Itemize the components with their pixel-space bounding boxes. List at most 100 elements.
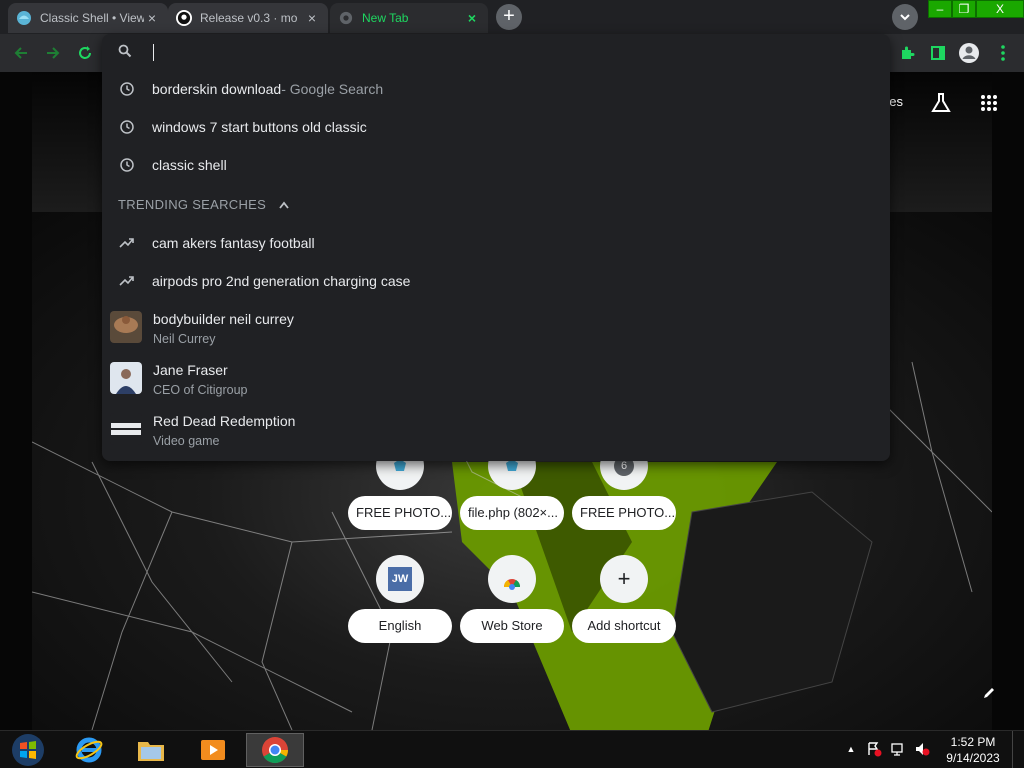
- customize-button[interactable]: [982, 686, 1000, 704]
- reload-button[interactable]: [72, 40, 98, 66]
- jw-icon: JW: [376, 555, 424, 603]
- suggestion-text: classic shell: [152, 157, 227, 173]
- tab-title: New Tab: [362, 11, 409, 25]
- suggestion-title: Red Dead Redemption: [153, 413, 296, 429]
- taskbar: ▲ 1:52 PM 9/14/2023: [0, 730, 1024, 768]
- tab-title: Classic Shell • View: [40, 11, 144, 25]
- system-clock[interactable]: 1:52 PM 9/14/2023: [940, 734, 1006, 766]
- forward-button[interactable]: [40, 40, 66, 66]
- trending-header[interactable]: TRENDING SEARCHES: [118, 197, 290, 212]
- trending-header-label: TRENDING SEARCHES: [118, 197, 267, 212]
- bodybuilder-thumbnail: [110, 311, 142, 343]
- close-button[interactable]: X: [976, 0, 1024, 18]
- puzzle-icon: [902, 46, 915, 59]
- shortcut-badge: +: [617, 566, 631, 591]
- shortcut-web-store[interactable]: Web Store: [460, 555, 564, 643]
- side-panel-icon: [931, 46, 945, 60]
- clock-time: 1:52 PM: [950, 735, 996, 749]
- github-favicon-icon: [176, 10, 192, 26]
- suggestion-trending[interactable]: cam akers fantasy football: [102, 224, 890, 262]
- shortcut-label: Web Store: [460, 609, 564, 643]
- suggestion-subtitle: Neil Currey: [153, 332, 216, 346]
- suggestion-title: Jane Fraser: [153, 362, 228, 378]
- suggestion-rich[interactable]: Red Dead Redemption Video game: [102, 405, 890, 456]
- back-arrow-icon: [14, 47, 27, 59]
- shortcut-label: English: [348, 609, 452, 643]
- suggestion-history[interactable]: borderskin download - Google Search: [102, 70, 890, 108]
- avatar-icon: [959, 43, 979, 63]
- suggestion-subtitle: CEO of Citigroup: [153, 383, 248, 397]
- suggestion-text: airpods pro 2nd generation charging case: [152, 273, 411, 289]
- labs-button[interactable]: [930, 92, 954, 116]
- apps-grid-icon: [981, 95, 997, 111]
- tab-close-icon[interactable]: ×: [144, 10, 160, 26]
- history-icon: [102, 82, 152, 96]
- tab-search-button[interactable]: [892, 4, 918, 30]
- apps-button[interactable]: [980, 94, 1000, 114]
- pencil-icon: [984, 688, 994, 698]
- chevron-down-icon: [900, 14, 910, 21]
- menu-button[interactable]: [992, 42, 1014, 64]
- window-controls: – ❐ X: [928, 0, 1024, 18]
- suggestion-text: cam akers fantasy football: [152, 235, 315, 251]
- add-shortcut-button[interactable]: + Add shortcut: [572, 555, 676, 643]
- trending-icon: [102, 275, 152, 287]
- tab-classic-shell[interactable]: Classic Shell • View ×: [8, 3, 168, 33]
- shortcut-label: FREE PHOTO...: [348, 496, 452, 530]
- internet-explorer-icon: [75, 737, 103, 763]
- side-panel-button[interactable]: [927, 42, 949, 64]
- tray-up-arrow-icon: ▲: [846, 744, 856, 754]
- reload-icon: [79, 46, 91, 59]
- tab-close-icon[interactable]: ×: [304, 10, 320, 26]
- extensions-button[interactable]: [896, 42, 918, 64]
- suggestion-history[interactable]: classic shell: [102, 146, 890, 184]
- shortcut-label: file.php (802×...: [460, 496, 564, 530]
- profile-button[interactable]: [958, 42, 980, 64]
- taskbar-ie[interactable]: [60, 733, 118, 767]
- suggestion-rich[interactable]: Jane Fraser CEO of Citigroup: [102, 354, 890, 405]
- trending-icon: [102, 237, 152, 249]
- chrome-icon: [262, 737, 289, 764]
- volume-muted-icon[interactable]: [914, 741, 930, 757]
- tab-release[interactable]: Release v0.3 · mo ×: [168, 3, 328, 33]
- suggestion-title: bodybuilder neil currey: [153, 311, 294, 327]
- taskbar-explorer[interactable]: [122, 733, 180, 767]
- webstore-icon: [488, 555, 536, 603]
- show-hidden-icons-button[interactable]: ▲: [843, 741, 859, 757]
- network-icon[interactable]: [890, 741, 906, 757]
- maximize-button[interactable]: ❐: [952, 0, 976, 18]
- shortcut-english[interactable]: JW English: [348, 555, 452, 643]
- suggestion-history[interactable]: windows 7 start buttons old classic: [102, 108, 890, 146]
- omnibox-input[interactable]: [102, 34, 890, 70]
- chevron-up-icon[interactable]: [278, 197, 290, 212]
- back-button[interactable]: [8, 40, 34, 66]
- minimize-button[interactable]: –: [928, 0, 952, 18]
- shortcut-badge: JW: [388, 567, 412, 591]
- taskbar-media-player[interactable]: [184, 733, 242, 767]
- tab-strip: Classic Shell • View × Release v0.3 · mo…: [0, 0, 1024, 34]
- history-icon: [102, 158, 152, 172]
- suggestion-text: windows 7 start buttons old classic: [152, 119, 367, 135]
- taskbar-chrome[interactable]: [246, 733, 304, 767]
- chrome-favicon-icon: [338, 10, 354, 26]
- suggestion-rich[interactable]: bodybuilder neil currey Neil Currey: [102, 303, 890, 354]
- tab-new-tab[interactable]: New Tab ×: [330, 3, 488, 33]
- tab-close-icon[interactable]: ×: [464, 10, 480, 26]
- shortcut-label: FREE PHOTO...: [572, 496, 676, 530]
- shortcut-label: Add shortcut: [572, 609, 676, 643]
- new-tab-button[interactable]: +: [496, 4, 522, 30]
- game-logo-thumbnail: [110, 413, 142, 445]
- classic-shell-favicon-icon: [16, 10, 32, 26]
- suggestion-text: borderskin download: [152, 81, 282, 97]
- search-icon: [118, 44, 132, 63]
- show-desktop-button[interactable]: [1012, 731, 1024, 768]
- text-caret: [153, 44, 154, 61]
- action-center-icon[interactable]: [866, 741, 882, 757]
- suggestion-trending[interactable]: airpods pro 2nd generation charging case: [102, 262, 890, 300]
- suggestion-desc: - Google Search: [281, 81, 384, 97]
- omnibox-dropdown: borderskin download - Google Search wind…: [102, 34, 890, 461]
- forward-arrow-icon: [47, 47, 60, 59]
- start-button[interactable]: [0, 733, 56, 767]
- tab-title: Release v0.3 · mo: [200, 11, 298, 25]
- media-player-icon: [201, 740, 225, 760]
